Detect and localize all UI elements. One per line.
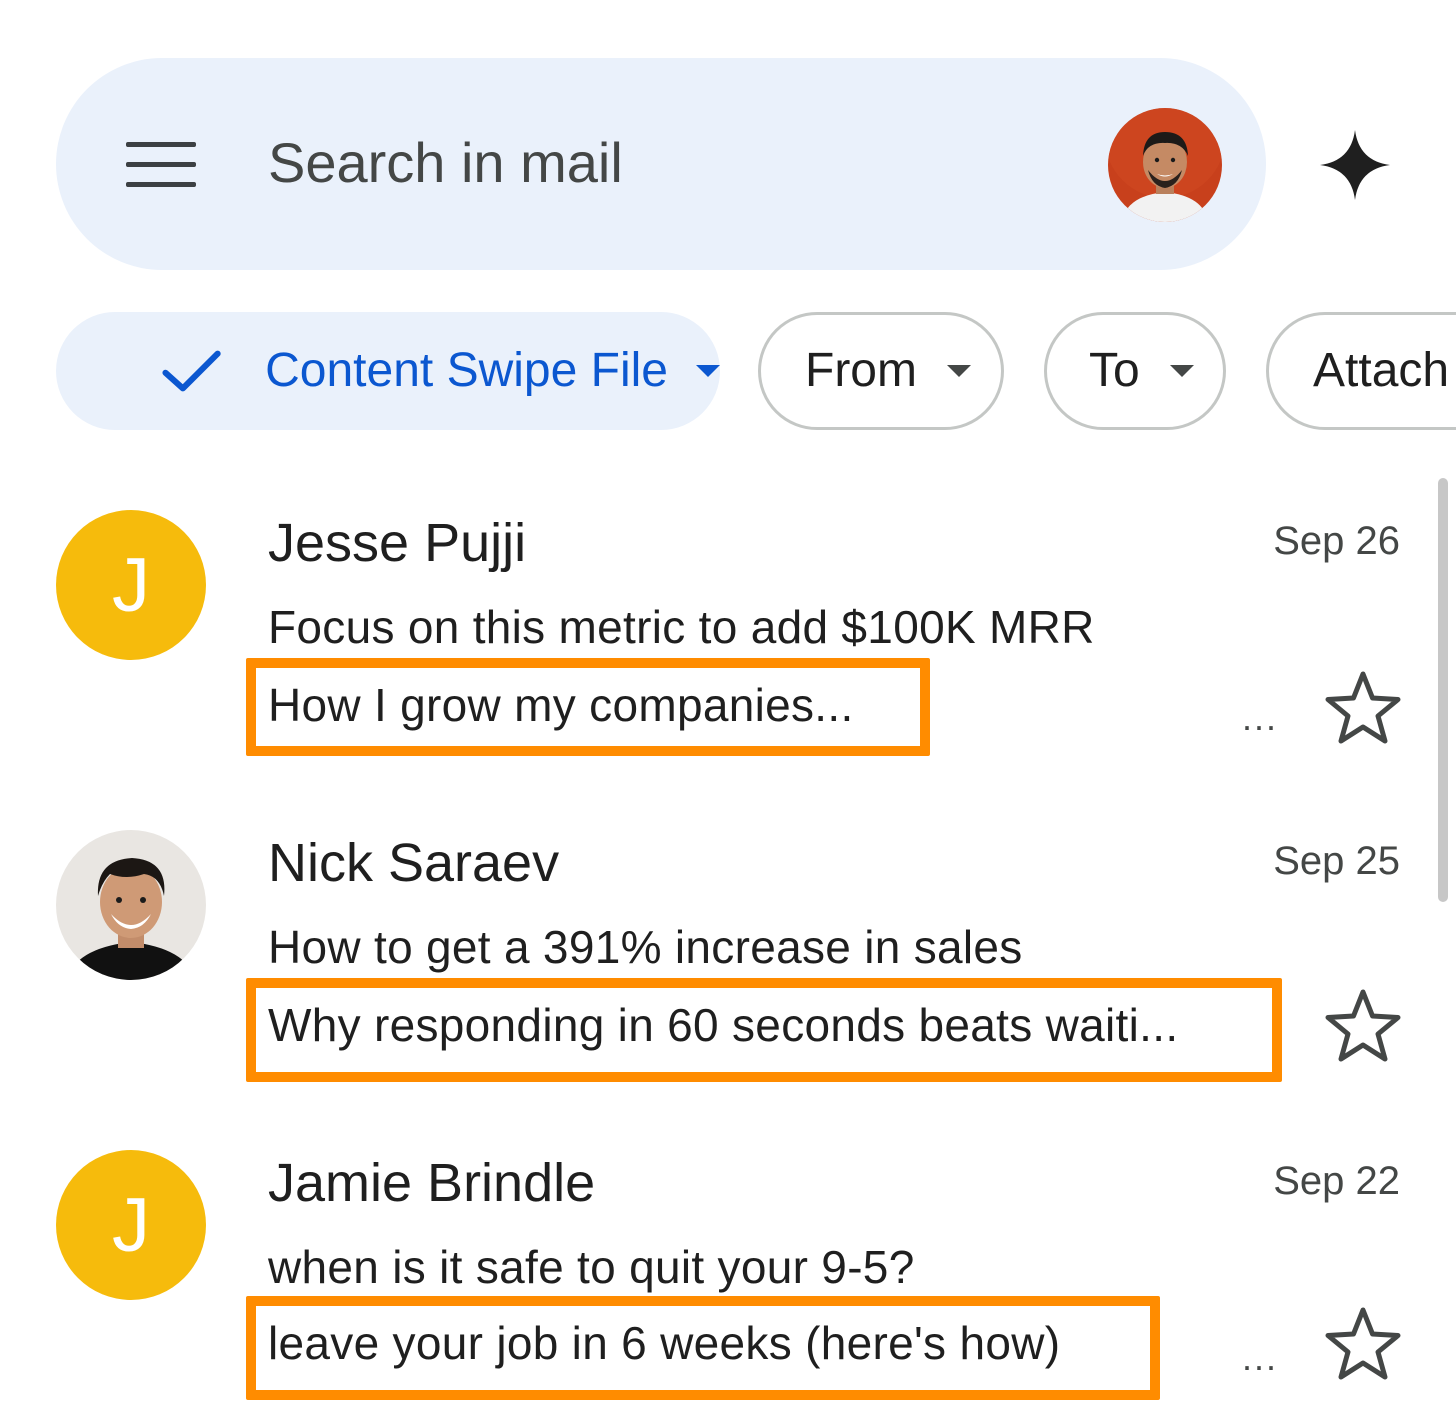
email-snippet: leave your job in 6 weeks (here's how) — [268, 1317, 1061, 1369]
scrollbar[interactable] — [1438, 478, 1448, 902]
check-icon — [162, 350, 221, 392]
chip-label: From — [805, 344, 917, 397]
email-subject: when is it safe to quit your 9-5? — [268, 1241, 915, 1293]
chip-label: Attach — [1313, 344, 1450, 397]
caret-down-icon — [1169, 365, 1194, 377]
search-bar[interactable] — [56, 58, 1266, 270]
gemini-sparkle-icon[interactable] — [1318, 128, 1392, 202]
sender-name: Nick Saraev — [268, 833, 560, 893]
sender-name: Jamie Brindle — [268, 1153, 596, 1213]
account-avatar[interactable] — [1108, 108, 1222, 222]
chip-attachments[interactable]: Attach — [1266, 312, 1456, 430]
chip-label: Content Swipe File — [265, 344, 668, 397]
more-indicator: ... — [1242, 1337, 1279, 1378]
star-icon[interactable] — [1322, 1304, 1404, 1386]
avatar-letter: J — [112, 1182, 150, 1268]
email-subject: How to get a 391% increase in sales — [268, 921, 1023, 973]
avatar-letter: J — [112, 542, 150, 628]
email-snippet: How I grow my companies... — [268, 679, 854, 731]
email-date: Sep 25 — [1273, 839, 1400, 883]
menu-icon[interactable] — [126, 142, 196, 188]
email-date: Sep 26 — [1273, 519, 1400, 563]
email-date: Sep 22 — [1273, 1159, 1400, 1203]
email-snippet: Why responding in 60 seconds beats waiti… — [268, 999, 1179, 1051]
avatar[interactable]: J — [56, 510, 206, 660]
star-icon[interactable] — [1322, 986, 1404, 1068]
chip-label: To — [1089, 344, 1140, 397]
email-subject: Focus on this metric to add $100K MRR — [268, 601, 1095, 653]
chip-content-swipe-file[interactable]: Content Swipe File — [56, 312, 720, 430]
sender-name: Jesse Pujji — [268, 513, 527, 573]
search-input[interactable]: Search in mail — [268, 128, 623, 198]
chip-from[interactable]: From — [758, 312, 1004, 430]
chip-to[interactable]: To — [1044, 312, 1226, 430]
caret-down-icon — [946, 365, 971, 377]
avatar[interactable] — [56, 830, 206, 980]
star-icon[interactable] — [1322, 668, 1404, 750]
more-indicator: ... — [1242, 697, 1279, 738]
avatar[interactable]: J — [56, 1150, 206, 1300]
caret-down-icon — [696, 365, 720, 377]
